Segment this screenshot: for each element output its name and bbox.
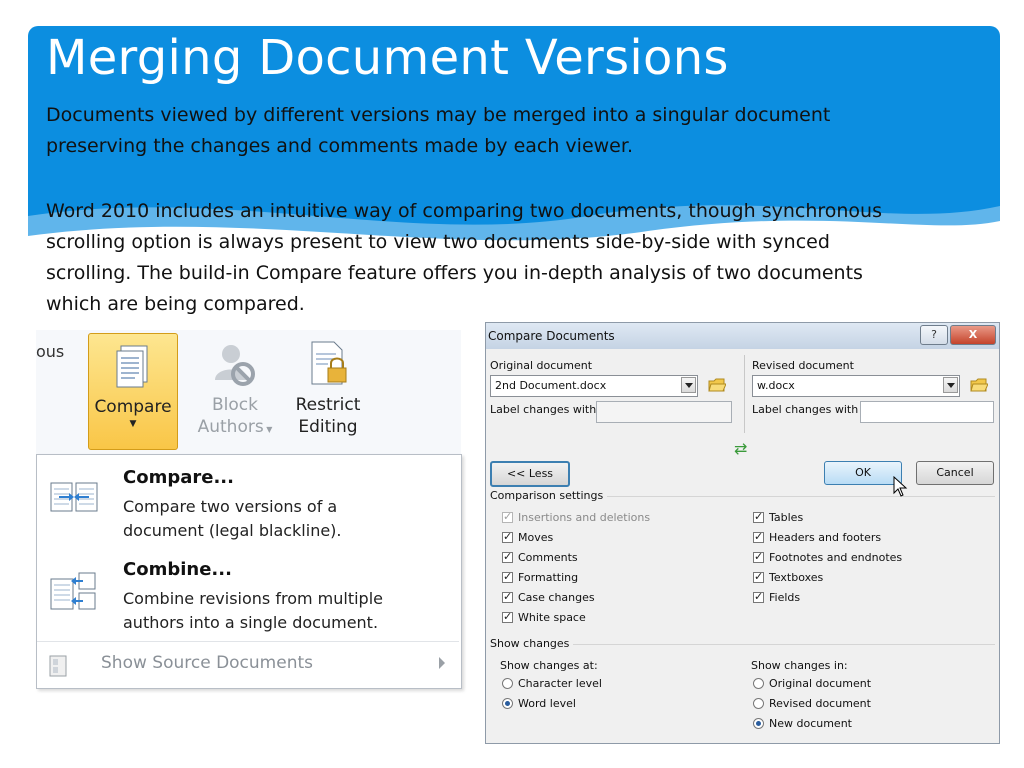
cancel-button[interactable]: Cancel <box>916 461 994 485</box>
dialog-titlebar: Compare Documents ? X <box>486 323 999 349</box>
show-source-label: Show Source Documents <box>101 653 313 673</box>
checkbox-icon <box>502 510 513 523</box>
radio-icon <box>502 698 513 709</box>
combine-icon <box>50 572 96 610</box>
chevron-down-icon[interactable] <box>681 377 696 393</box>
combine-menu-title: Combine... <box>123 559 232 580</box>
body-line: scrolling. The build-in Compare feature … <box>46 262 863 284</box>
compare-menu-title: Compare... <box>123 467 234 488</box>
show-changes-at-label: Show changes at: <box>500 659 598 672</box>
compare-button-label: Compare <box>94 397 172 417</box>
compare-icon <box>50 482 98 512</box>
original-document-label: Original document <box>490 359 593 372</box>
chevron-down-icon: ▼ <box>129 419 137 429</box>
original-label-changes-label: Label changes with <box>490 403 597 416</box>
menu-item-combine[interactable]: Combine... Combine revisions from multip… <box>37 559 459 639</box>
show-changes-in-label: Show changes in: <box>751 659 848 672</box>
lock-document-icon <box>311 341 347 385</box>
less-button[interactable]: << Less <box>490 461 570 487</box>
help-button[interactable]: ? <box>920 325 948 345</box>
close-button[interactable]: X <box>950 325 996 345</box>
checkbox-icon <box>753 510 764 523</box>
original-label-changes-input[interactable] <box>596 401 732 423</box>
source-documents-icon <box>49 655 67 677</box>
compare-document-icon <box>116 345 148 388</box>
restrict-editing-line2: Editing <box>298 417 358 437</box>
intro-paragraph: Documents viewed by different versions m… <box>46 100 830 162</box>
menu-divider <box>37 641 459 642</box>
checkbox-icon <box>502 550 513 563</box>
chevron-down-icon[interactable] <box>943 377 958 393</box>
restrict-editing-line1: Restrict <box>295 395 361 415</box>
body-paragraph: Word 2010 includes an intuitive way of c… <box>46 196 882 320</box>
mouse-pointer-icon <box>893 476 908 497</box>
restrict-editing-button[interactable]: Restrict Editing <box>288 336 368 438</box>
radio-icon <box>753 718 764 729</box>
comparison-settings-group: Comparison settings <box>490 489 995 502</box>
combine-menu-description: Combine revisions from multiple authors … <box>123 589 383 632</box>
swap-documents-icon[interactable]: ⇄ <box>734 439 747 458</box>
slide-title: Merging Document Versions <box>46 30 729 86</box>
dialog-title: Compare Documents <box>488 329 615 343</box>
ok-button[interactable]: OK <box>824 461 902 485</box>
block-authors-button[interactable]: Block Authors ▼ <box>192 336 278 441</box>
column-divider <box>744 355 745 433</box>
revised-document-value: w.docx <box>757 379 795 392</box>
show-changes-group: Show changes <box>490 637 995 650</box>
original-document-select[interactable]: 2nd Document.docx <box>490 375 698 397</box>
checkbox-icon <box>502 590 513 603</box>
block-authors-icon <box>215 345 255 386</box>
revised-document-select[interactable]: w.docx <box>752 375 960 397</box>
checkbox-icon <box>753 570 764 583</box>
checkbox-icon <box>753 530 764 543</box>
show-changes-label: Show changes <box>490 637 574 650</box>
compare-menu-description: Compare two versions of a document (lega… <box>123 497 342 540</box>
ribbon-group: ous Compare ▼ Block Authors ▼ Restrict E… <box>36 330 461 455</box>
compare-button[interactable]: Compare ▼ <box>88 333 178 450</box>
revised-label-changes-label: Label changes with <box>752 403 859 416</box>
checkbox-icon <box>502 570 513 583</box>
comparison-settings-label: Comparison settings <box>490 489 608 502</box>
menu-item-show-source[interactable]: Show Source Documents <box>37 651 459 681</box>
intro-line: preserving the changes and comments made… <box>46 135 633 157</box>
chevron-right-icon <box>439 657 445 669</box>
block-authors-line1: Block <box>212 395 258 415</box>
radio-icon <box>753 678 764 689</box>
compare-dropdown-menu: Compare... Compare two versions of a doc… <box>36 454 462 689</box>
body-line: Word 2010 includes an intuitive way of c… <box>46 200 882 222</box>
ribbon-partial-label: ous <box>36 342 65 361</box>
chevron-down-icon: ▼ <box>263 425 273 434</box>
open-folder-icon[interactable] <box>708 378 726 392</box>
checkbox-icon <box>753 550 764 563</box>
compare-documents-dialog: Compare Documents ? X Original document … <box>485 322 1000 744</box>
menu-item-compare[interactable]: Compare... Compare two versions of a doc… <box>37 467 459 547</box>
intro-line: Documents viewed by different versions m… <box>46 104 831 126</box>
body-line: which are being compared. <box>46 293 305 315</box>
radio-icon <box>502 678 513 689</box>
original-document-value: 2nd Document.docx <box>495 379 607 392</box>
revised-label-changes-input[interactable] <box>860 401 994 423</box>
checkbox-icon <box>502 530 513 543</box>
block-authors-line2: Authors ▼ <box>197 417 273 437</box>
checkbox-icon <box>502 610 513 623</box>
open-folder-icon[interactable] <box>970 378 988 392</box>
revised-document-label: Revised document <box>752 359 854 372</box>
radio-icon <box>753 698 764 709</box>
checkbox-icon <box>753 590 764 603</box>
body-line: scrolling option is always present to vi… <box>46 231 830 253</box>
